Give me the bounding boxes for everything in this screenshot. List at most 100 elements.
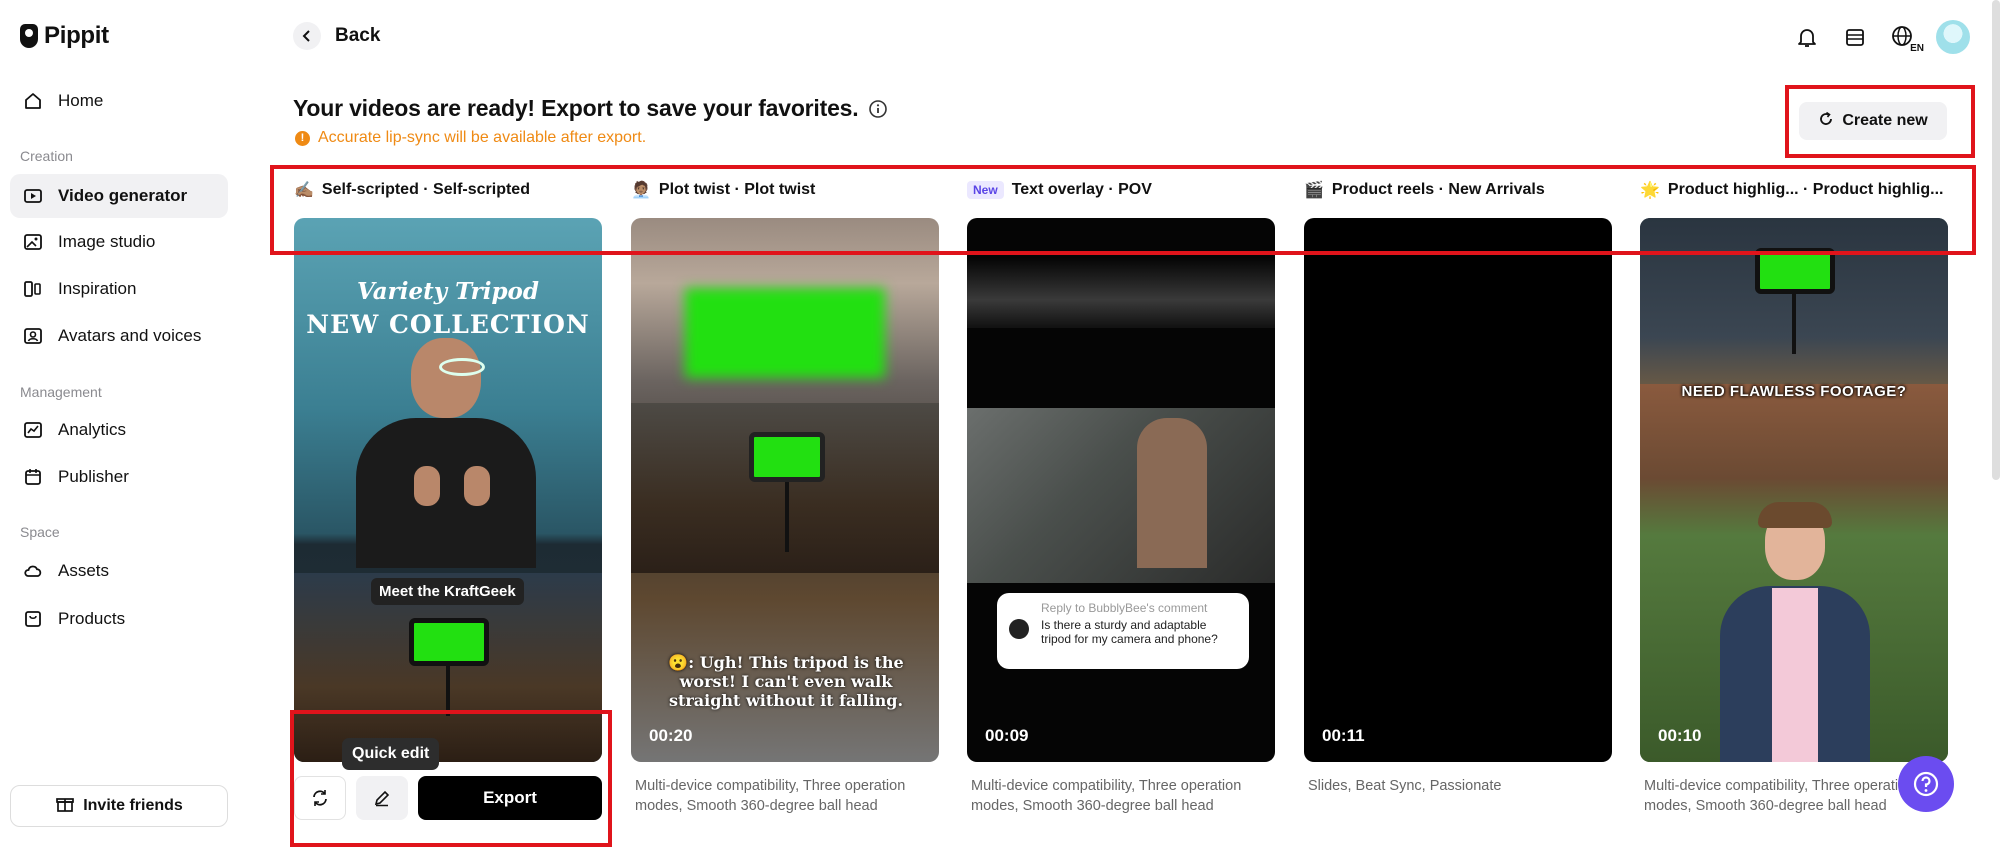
kitchen-scene: [967, 408, 1275, 583]
video-thumbnail[interactable]: 😮: Ugh! This tripod is the worst! I can'…: [631, 218, 939, 762]
app-name: Pippit: [44, 22, 109, 49]
card-actions: Export: [294, 776, 602, 820]
wallet-icon[interactable]: [1840, 22, 1870, 52]
sidebar-item-home[interactable]: Home: [10, 79, 228, 123]
video-duration: 00:10: [1658, 726, 1702, 745]
sidebar-item-label: Avatars and voices: [58, 326, 202, 345]
video-thumbnail[interactable]: NEED FLAWLESS FOOTAGE? 00:10: [1640, 218, 1948, 762]
card-title-row: 🎬 Product reels · New Arrivals: [1304, 178, 1612, 202]
tripod-leg: [446, 666, 450, 716]
pencil-icon: [374, 790, 390, 807]
tripod-leg: [785, 482, 789, 552]
writing-hand-icon: ✍🏽: [294, 182, 314, 199]
create-new-button[interactable]: Create new: [1799, 102, 1947, 140]
card-title: Text overlay · POV: [1011, 181, 1152, 198]
overlay-text: NEED FLAWLESS FOOTAGE?: [1681, 383, 1907, 400]
comment-text: Is there a sturdy and adaptable tripod f…: [1041, 618, 1218, 646]
info-icon[interactable]: [868, 99, 888, 119]
image-studio-icon: [22, 231, 44, 253]
app-logo[interactable]: Pippit: [20, 22, 109, 50]
sidebar-item-label: Analytics: [58, 420, 127, 439]
calendar-icon: [22, 466, 44, 488]
ring-light-graphic: [439, 358, 485, 376]
analytics-icon: [22, 419, 44, 441]
video-caption: Meet the KraftGeek: [371, 578, 524, 605]
sidebar-item-label: Image studio: [58, 232, 156, 251]
card-title: Self-scripted · Self-scripted: [321, 181, 530, 198]
avatar-icon: [22, 325, 44, 347]
question-icon: [1913, 771, 1939, 797]
home-icon: [22, 90, 44, 112]
card-title-row: 🌟 Product highlig... · Product highlig..…: [1640, 178, 1948, 202]
video-thumbnail[interactable]: 00:11: [1304, 218, 1612, 762]
clapperboard-icon: 🎬: [1304, 182, 1324, 199]
green-screen-phone: [749, 432, 825, 482]
sidebar: Pippit Home Creation Video generator Ima…: [0, 0, 240, 851]
invite-friends-button[interactable]: Invite friends: [10, 785, 228, 827]
refresh-icon: [313, 790, 327, 806]
video-card: 🧑🏽‍💼 Plot twist · Plot twist 😮: Ugh! Thi…: [631, 178, 939, 814]
page-scrollbar[interactable]: [1992, 0, 2000, 480]
bell-icon[interactable]: [1792, 22, 1822, 52]
video-thumbnail[interactable]: Reply to BubblyBee's comment Is there a …: [967, 218, 1275, 762]
card-description: Multi-device compatibility, Three operat…: [971, 778, 1242, 814]
lip-sync-warning: ! Accurate lip-sync will be available af…: [295, 129, 646, 147]
card-title: Product highlig... · Product highlig...: [1667, 181, 1944, 198]
video-card: 🎬 Product reels · New Arrivals 00:11 Sli…: [1304, 178, 1612, 794]
user-avatar[interactable]: [1936, 20, 1970, 54]
page-title: Your videos are ready! Export to save yo…: [293, 95, 859, 121]
green-screen-blur: [685, 288, 885, 378]
inspiration-icon: [22, 278, 44, 300]
new-badge: New: [967, 181, 1004, 199]
regenerate-button[interactable]: [294, 776, 346, 820]
sidebar-item-inspiration[interactable]: Inspiration: [10, 267, 228, 311]
warning-text: Accurate lip-sync will be available afte…: [318, 129, 647, 146]
video-duration: 00:11: [1322, 726, 1365, 745]
chevron-left-icon[interactable]: [293, 22, 321, 50]
sidebar-item-avatars-and-voices[interactable]: Avatars and voices: [10, 314, 228, 358]
export-button[interactable]: Export: [418, 776, 602, 820]
back-label: Back: [335, 25, 381, 46]
back-link[interactable]: Back: [293, 22, 380, 50]
create-new-label: Create new: [1842, 112, 1928, 129]
overlay-title-line1: Variety Tripod: [357, 278, 539, 305]
green-screen-phone: [409, 618, 489, 666]
video-thumbnail[interactable]: Variety Tripod NEW COLLECTION Meet the K…: [294, 218, 602, 762]
sidebar-item-image-studio[interactable]: Image studio: [10, 220, 228, 264]
tripod-leg: [1792, 294, 1796, 354]
section-space: Space: [20, 524, 60, 540]
sparkle-icon: 🌟: [1640, 182, 1660, 199]
quick-edit-button[interactable]: [356, 776, 408, 820]
sidebar-item-assets[interactable]: Assets: [10, 549, 228, 593]
video-duration: 00:20: [649, 726, 693, 745]
blurred-band: [967, 258, 1275, 328]
sidebar-item-label: Assets: [58, 561, 110, 580]
sidebar-item-label: Home: [58, 91, 104, 110]
comment-reply-label: Reply to BubblyBee's comment: [1041, 601, 1208, 615]
card-title-row: 🧑🏽‍💼 Plot twist · Plot twist: [631, 178, 939, 202]
sidebar-item-label: Video generator: [58, 186, 188, 205]
quick-edit-tooltip: Quick edit: [342, 738, 440, 770]
warning-icon: !: [295, 130, 310, 146]
language-code: EN: [1910, 43, 1924, 54]
comment-bubble: Reply to BubblyBee's comment Is there a …: [997, 593, 1249, 669]
video-card: 🌟 Product highlig... · Product highlig..…: [1640, 178, 1948, 814]
language-icon[interactable]: EN: [1888, 22, 1924, 54]
sidebar-item-video-generator[interactable]: Video generator: [10, 174, 228, 218]
sidebar-item-publisher[interactable]: Publisher: [10, 455, 228, 499]
sidebar-item-products[interactable]: Products: [10, 597, 228, 641]
commenter-avatar: [1009, 619, 1029, 639]
video-card: New Text overlay · POV Reply to BubblyBe…: [967, 178, 1275, 814]
cloud-icon: [22, 560, 44, 582]
video-subtitle: 😮: Ugh! This tripod is the worst! I can'…: [668, 653, 904, 710]
overlay-title-line2: NEW COLLECTION: [306, 310, 590, 339]
card-title: Plot twist · Plot twist: [658, 181, 816, 198]
help-button[interactable]: [1898, 756, 1954, 812]
card-title-row: ✍🏽 Self-scripted · Self-scripted: [294, 178, 602, 202]
gift-icon: [55, 794, 75, 819]
sidebar-item-analytics[interactable]: Analytics: [10, 408, 228, 452]
video-duration: 00:09: [985, 726, 1029, 745]
person-icon: 🧑🏽‍💼: [631, 182, 651, 199]
section-creation: Creation: [20, 148, 73, 164]
card-description: Multi-device compatibility, Three operat…: [635, 778, 906, 814]
